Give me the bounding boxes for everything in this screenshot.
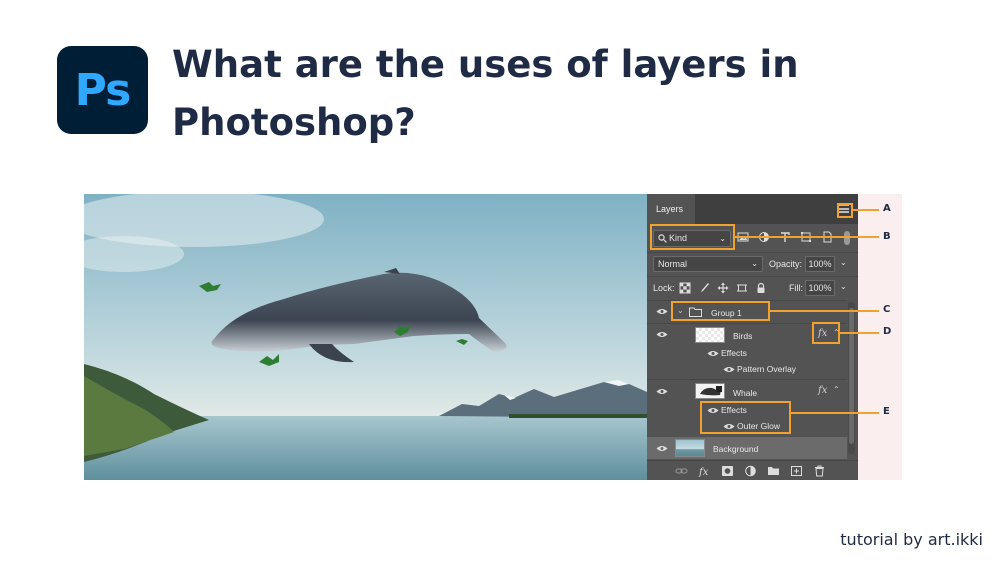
callout-label-e: E: [883, 406, 890, 417]
whale-scene-image: [84, 194, 647, 480]
lock-icons: [679, 282, 767, 294]
callout-line-b: [735, 236, 879, 238]
blend-mode-value: Normal: [658, 259, 688, 269]
lock-row: Lock: Fill: 100% ⌄: [647, 276, 858, 298]
layer-thumbnail: [675, 439, 705, 457]
chevron-down-icon: ⌄: [751, 259, 758, 268]
layer-name-whale[interactable]: Whale: [733, 388, 757, 398]
lock-label: Lock:: [653, 283, 675, 293]
photoshop-logo: Ps: [57, 46, 148, 134]
visibility-eye-icon[interactable]: [707, 350, 719, 357]
figure: Layers Kind ⌄ Normal ⌄ Opacity: 100% ⌄ L…: [84, 194, 902, 480]
callout-label-b: B: [883, 231, 891, 242]
visibility-eye-icon[interactable]: [656, 388, 668, 395]
callout-box-c: [671, 301, 770, 321]
lock-artboard-icon[interactable]: [736, 282, 748, 294]
link-layers-icon[interactable]: [675, 465, 688, 477]
callout-label-d: D: [883, 326, 892, 337]
layer-thumbnail: [695, 327, 725, 343]
callout-line-e: [791, 412, 879, 414]
fill-label: Fill:: [789, 283, 803, 293]
visibility-eye-icon[interactable]: [656, 445, 668, 452]
visibility-eye-icon[interactable]: [656, 308, 668, 315]
visibility-eye-icon[interactable]: [723, 366, 735, 373]
panel-bottom-bar: fx: [647, 460, 858, 480]
chevron-down-icon[interactable]: ⌄: [840, 282, 847, 291]
chevron-down-icon[interactable]: ⌄: [840, 258, 847, 267]
layer-name-birds[interactable]: Birds: [733, 331, 752, 341]
fx-icon[interactable]: fx: [818, 385, 827, 396]
filter-toggle[interactable]: [844, 231, 850, 245]
lock-all-icon[interactable]: [755, 282, 767, 294]
new-adjustment-icon[interactable]: [744, 465, 757, 477]
callout-label-c: C: [883, 304, 891, 315]
callout-line-d: [840, 332, 879, 334]
callout-line-c: [770, 310, 879, 312]
lock-image-icon[interactable]: [698, 282, 710, 294]
credit-text: tutorial by art.ikki: [840, 530, 983, 549]
new-layer-icon[interactable]: [790, 465, 803, 477]
collapse-chevron-icon[interactable]: ⌃: [833, 385, 840, 394]
callout-label-a: A: [883, 203, 891, 214]
add-style-icon[interactable]: fx: [698, 465, 711, 477]
callout-box-e: [700, 401, 791, 434]
page-title: What are the uses of layers in Photoshop…: [172, 43, 799, 144]
photoshop-logo-text: Ps: [74, 64, 132, 116]
layer-thumbnail: [695, 383, 725, 399]
panel-header: Layers: [647, 194, 858, 224]
tab-layers[interactable]: Layers: [647, 194, 695, 224]
callout-box-b: [650, 224, 735, 250]
layer-name-background: Background: [713, 444, 759, 454]
callout-line-a: [853, 209, 879, 211]
effect-pattern-overlay[interactable]: Pattern Overlay: [737, 364, 796, 374]
visibility-eye-icon[interactable]: [656, 331, 668, 338]
scrollbar-thumb[interactable]: [849, 308, 854, 444]
delete-layer-icon[interactable]: [813, 465, 826, 477]
blend-mode-select[interactable]: Normal ⌄: [653, 256, 763, 272]
callout-box-d: [812, 322, 840, 344]
new-group-icon[interactable]: [767, 465, 780, 477]
fill-field[interactable]: 100%: [805, 280, 835, 296]
bottom-icons: fx: [675, 465, 826, 477]
opacity-label: Opacity:: [769, 259, 803, 269]
lock-transparent-icon[interactable]: [679, 282, 691, 294]
add-mask-icon[interactable]: [721, 465, 734, 477]
effects-label: Effects: [721, 348, 747, 358]
layer-row-background[interactable]: Background: [647, 437, 847, 459]
callout-box-a: [837, 203, 853, 218]
lock-position-icon[interactable]: [717, 282, 729, 294]
opacity-field[interactable]: 100%: [805, 256, 835, 272]
layer-divider: [647, 379, 847, 380]
blend-row: Normal ⌄ Opacity: 100% ⌄: [647, 252, 858, 274]
svg-text:fx: fx: [698, 467, 709, 477]
